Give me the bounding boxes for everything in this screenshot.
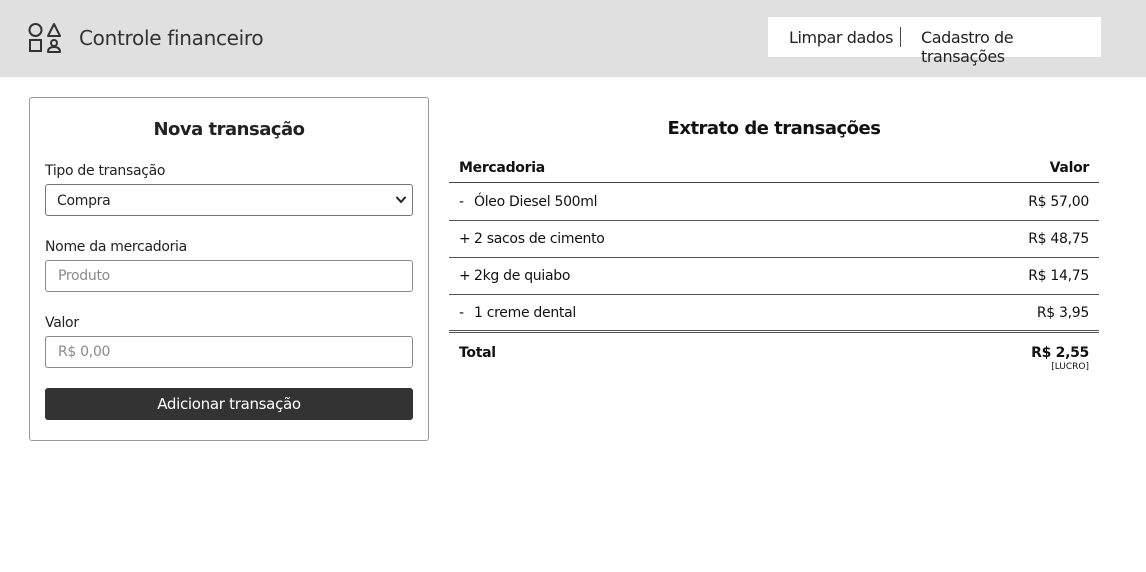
transaction-type-select[interactable]: Compra xyxy=(45,184,413,216)
chevron-down-icon xyxy=(396,196,406,203)
column-header-product: Mercadoria xyxy=(459,160,545,176)
total-status-badge: [LUCRO] xyxy=(1051,362,1089,372)
total-value: R$ 2,55 xyxy=(1031,345,1089,361)
table-row: - 1 creme dental R$ 3,95 xyxy=(449,295,1099,333)
register-transactions-link[interactable]: Cadastro de transações xyxy=(921,28,1101,66)
shapes-icon xyxy=(28,23,61,53)
table-header: Mercadoria Valor xyxy=(449,158,1099,183)
row-product: 2kg de quiabo xyxy=(474,268,571,284)
row-amount: R$ 57,00 xyxy=(1028,194,1089,210)
value-input[interactable] xyxy=(45,336,413,368)
clear-data-link[interactable]: Limpar dados xyxy=(789,28,893,47)
row-sign: - xyxy=(459,305,464,321)
table-row: + 2kg de quiabo R$ 14,75 xyxy=(449,258,1099,295)
product-name-input[interactable] xyxy=(45,260,413,292)
total-row: Total R$ 2,55 [LUCRO] xyxy=(449,344,1099,384)
row-product: Óleo Diesel 500ml xyxy=(474,194,598,210)
row-sign: + xyxy=(459,231,471,247)
total-label: Total xyxy=(459,345,496,361)
transaction-type-label: Tipo de transação xyxy=(45,163,166,179)
row-product: 2 sacos de cimento xyxy=(474,231,605,247)
product-name-label: Nome da mercadoria xyxy=(45,239,187,255)
add-transaction-button[interactable]: Adicionar transação xyxy=(45,388,413,420)
value-label: Valor xyxy=(45,315,79,331)
row-amount: R$ 14,75 xyxy=(1028,268,1089,284)
top-header: Controle financeiro Limpar dados Cadastr… xyxy=(0,0,1146,77)
row-product: 1 creme dental xyxy=(474,305,576,321)
row-sign: - xyxy=(459,194,464,210)
app-title: Controle financeiro xyxy=(79,26,264,50)
row-amount: R$ 3,95 xyxy=(1036,305,1089,321)
top-nav: Limpar dados Cadastro de transações xyxy=(768,17,1101,66)
table-row: - Óleo Diesel 500ml R$ 57,00 xyxy=(449,184,1099,221)
statement-title: Extrato de transações xyxy=(667,118,881,139)
new-transaction-form: Nova transação Tipo de transação Compra … xyxy=(29,97,429,441)
row-sign: + xyxy=(459,268,471,284)
nav-divider xyxy=(900,27,901,47)
column-header-value: Valor xyxy=(1049,160,1090,176)
transaction-type-value: Compra xyxy=(57,193,111,209)
row-amount: R$ 48,75 xyxy=(1028,231,1089,247)
transaction-list: - Óleo Diesel 500ml R$ 57,00 + 2 sacos d… xyxy=(449,184,1099,333)
form-title: Nova transação xyxy=(153,119,305,140)
table-row: + 2 sacos de cimento R$ 48,75 xyxy=(449,221,1099,258)
brand: Controle financeiro xyxy=(28,22,264,54)
